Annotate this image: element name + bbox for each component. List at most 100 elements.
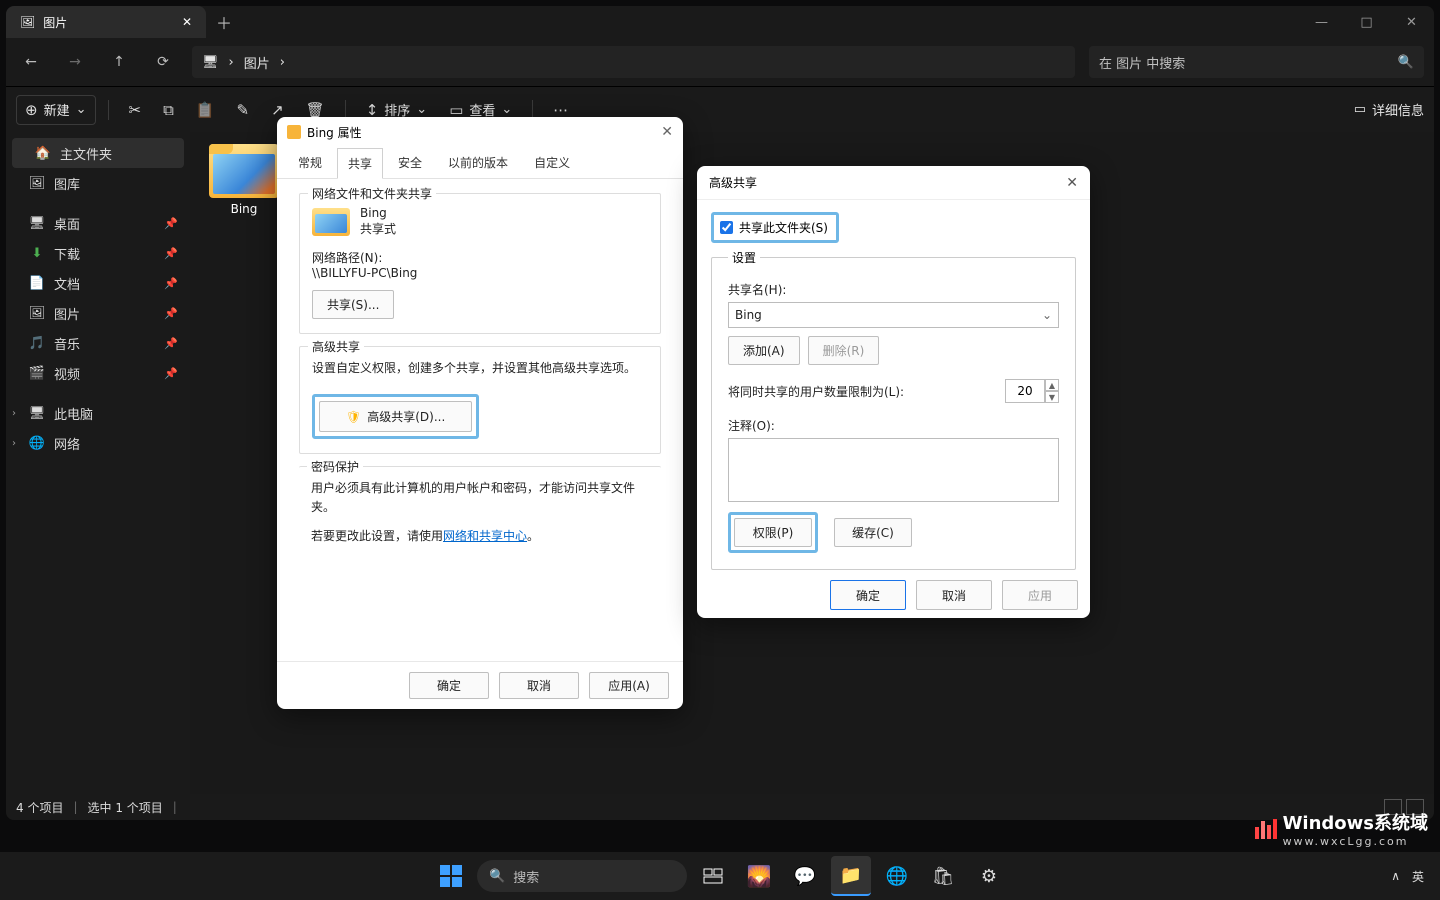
user-limit-row: 将同时共享的用户数量限制为(L): 20 ▲▼ — [728, 379, 1059, 403]
apply-button[interactable]: 应用 — [1002, 580, 1078, 610]
search-input[interactable]: 在 图片 中搜索 🔍 — [1089, 46, 1424, 78]
share-icon: ↗ — [271, 101, 284, 119]
sidebar-item-documents[interactable]: 📄文档📌 — [6, 268, 190, 298]
watermark-text: Windows系统域 — [1283, 809, 1428, 835]
advanced-sharing-group: 高级共享 设置自定义权限，创建多个共享，并设置其他高级共享选项。 🛡 高级共享(… — [299, 346, 661, 454]
pictures-icon: 🖼 — [20, 15, 35, 29]
back-button[interactable]: ← — [16, 47, 46, 77]
taskbar-search[interactable]: 🔍 搜索 — [477, 860, 687, 892]
edge-button[interactable]: 🌐 — [877, 856, 917, 896]
sidebar-item-pictures[interactable]: 🖼图片📌 — [6, 298, 190, 328]
settings-group: 设置 共享名(H): Bing ⌄ 添加(A) 删除(R) 将同时共享的用户数量… — [711, 257, 1076, 570]
sidebar-item-gallery[interactable]: 🖼 图库 — [6, 168, 190, 198]
breadcrumb-item[interactable]: 图片 — [244, 53, 270, 72]
taskbar[interactable]: 🔍 搜索 🌄 💬 📁 🌐 🛍 ⚙ ∧ 英 — [0, 852, 1440, 900]
cache-button[interactable]: 缓存(C) — [834, 518, 912, 547]
minimize-button[interactable]: — — [1299, 6, 1344, 38]
breadcrumb-box[interactable]: 🖥 › 图片 › — [192, 46, 1075, 78]
tab-general[interactable]: 常规 — [287, 147, 333, 178]
file-explorer-taskbar-button[interactable]: 📁 — [831, 856, 871, 896]
new-tab-button[interactable]: ＋ — [206, 6, 242, 38]
titlebar: 🖼 图片 ✕ ＋ — □ ✕ — [6, 6, 1434, 38]
cancel-button[interactable]: 取消 — [499, 672, 579, 699]
ime-indicator[interactable]: 英 — [1412, 868, 1424, 885]
forward-button[interactable]: → — [60, 47, 90, 77]
sidebar-item-music[interactable]: 🎵音乐📌 — [6, 328, 190, 358]
cancel-button[interactable]: 取消 — [916, 580, 992, 610]
maximize-button[interactable]: □ — [1344, 6, 1389, 38]
paste-button[interactable]: 📋 — [188, 95, 223, 125]
advanced-sharing-button[interactable]: 🛡 高级共享(D)... — [319, 401, 472, 432]
store-button[interactable]: 🛍 — [923, 856, 963, 896]
highlight-box: 权限(P) — [728, 512, 818, 553]
task-view-icon — [703, 866, 723, 886]
sidebar-item-desktop[interactable]: 🖥桌面📌 — [6, 208, 190, 238]
dialog-titlebar[interactable]: 高级共享 ✕ — [697, 166, 1090, 200]
sidebar-item-videos[interactable]: 🎬视频📌 — [6, 358, 190, 388]
sidebar-item-thispc[interactable]: ›🖥此电脑 — [6, 398, 190, 428]
dialog-titlebar[interactable]: Bing 属性 ✕ — [277, 117, 683, 147]
close-tab-icon[interactable]: ✕ — [182, 15, 192, 29]
dialog-title: Bing 属性 — [307, 124, 362, 141]
pin-icon: 📌 — [164, 247, 178, 260]
remove-button[interactable]: 删除(R) — [808, 336, 880, 365]
advanced-sharing-dialog: 高级共享 ✕ 共享此文件夹(S) 设置 共享名(H): Bing ⌄ 添加(A)… — [697, 166, 1090, 618]
chat-icon: 💬 — [794, 866, 816, 887]
start-button[interactable] — [431, 856, 471, 896]
separator: | — [73, 800, 77, 814]
close-button[interactable]: ✕ — [1066, 175, 1078, 191]
window-tab[interactable]: 🖼 图片 ✕ — [6, 6, 206, 38]
ok-button[interactable]: 确定 — [830, 580, 906, 610]
share-this-folder-checkbox[interactable] — [720, 221, 733, 234]
gallery-icon: 🖼 — [28, 174, 46, 192]
up-button[interactable]: ↑ — [104, 47, 134, 77]
tab-previous-versions[interactable]: 以前的版本 — [437, 147, 519, 178]
tab-security[interactable]: 安全 — [387, 147, 433, 178]
tab-customize[interactable]: 自定义 — [523, 147, 581, 178]
chevron-down-icon: ⌄ — [501, 102, 512, 117]
watermark-icon — [1255, 819, 1277, 839]
limit-value[interactable]: 20 — [1005, 379, 1045, 403]
window-controls: — □ ✕ — [1299, 6, 1434, 38]
folder-icon — [287, 125, 301, 139]
copy-button[interactable]: ⧉ — [155, 95, 182, 125]
chat-button[interactable]: 💬 — [785, 856, 825, 896]
task-view-button[interactable] — [693, 856, 733, 896]
folder-item-bing[interactable]: Bing — [202, 144, 286, 216]
documents-icon: 📄 — [28, 274, 46, 292]
tray-chevron-icon[interactable]: ∧ — [1391, 869, 1400, 883]
sidebar-item-network[interactable]: ›🌐网络 — [6, 428, 190, 458]
details-pane-button[interactable]: ▭ 详细信息 — [1354, 100, 1424, 119]
settings-taskbar-button[interactable]: ⚙ — [969, 856, 1009, 896]
spinner-up-icon[interactable]: ▲ — [1045, 379, 1059, 391]
pin-icon: 📌 — [164, 217, 178, 230]
close-button[interactable]: ✕ — [661, 124, 673, 140]
ok-button[interactable]: 确定 — [409, 672, 489, 699]
comment-textarea[interactable] — [728, 438, 1059, 502]
sidebar-item-home[interactable]: 🏠 主文件夹 — [12, 138, 184, 168]
spinner-down-icon[interactable]: ▼ — [1045, 391, 1059, 403]
network-sharing-center-link[interactable]: 网络和共享中心 — [443, 529, 527, 543]
user-limit-spinner[interactable]: 20 ▲▼ — [1005, 379, 1059, 403]
delete-icon: 🗑 — [306, 101, 325, 119]
music-icon: 🎵 — [28, 334, 46, 352]
refresh-button[interactable]: ⟳ — [148, 47, 178, 77]
sidebar: 🏠 主文件夹 🖼 图库 🖥桌面📌 ⬇下载📌 📄文档📌 🖼图片📌 🎵音乐📌 🎬视频… — [6, 132, 190, 794]
new-button[interactable]: ⊕ 新建 ⌄ — [16, 95, 96, 125]
share-button[interactable]: 共享(S)... — [312, 290, 394, 319]
comment-label: 注释(O): — [728, 417, 1059, 434]
pin-icon: 📌 — [164, 367, 178, 380]
widgets-button[interactable]: 🌄 — [739, 856, 779, 896]
add-button[interactable]: 添加(A) — [728, 336, 800, 365]
cut-button[interactable]: ✂ — [121, 95, 150, 125]
rename-button[interactable]: ✎ — [228, 95, 257, 125]
permissions-button[interactable]: 权限(P) — [734, 518, 812, 547]
share-name-combo[interactable]: Bing ⌄ — [728, 302, 1059, 328]
close-window-button[interactable]: ✕ — [1389, 6, 1434, 38]
apply-button[interactable]: 应用(A) — [589, 672, 669, 699]
tab-strip: 常规 共享 安全 以前的版本 自定义 — [277, 147, 683, 179]
sidebar-item-downloads[interactable]: ⬇下载📌 — [6, 238, 190, 268]
system-tray[interactable]: ∧ 英 — [1391, 868, 1440, 885]
tab-sharing[interactable]: 共享 — [337, 148, 383, 179]
separator: | — [173, 800, 177, 814]
